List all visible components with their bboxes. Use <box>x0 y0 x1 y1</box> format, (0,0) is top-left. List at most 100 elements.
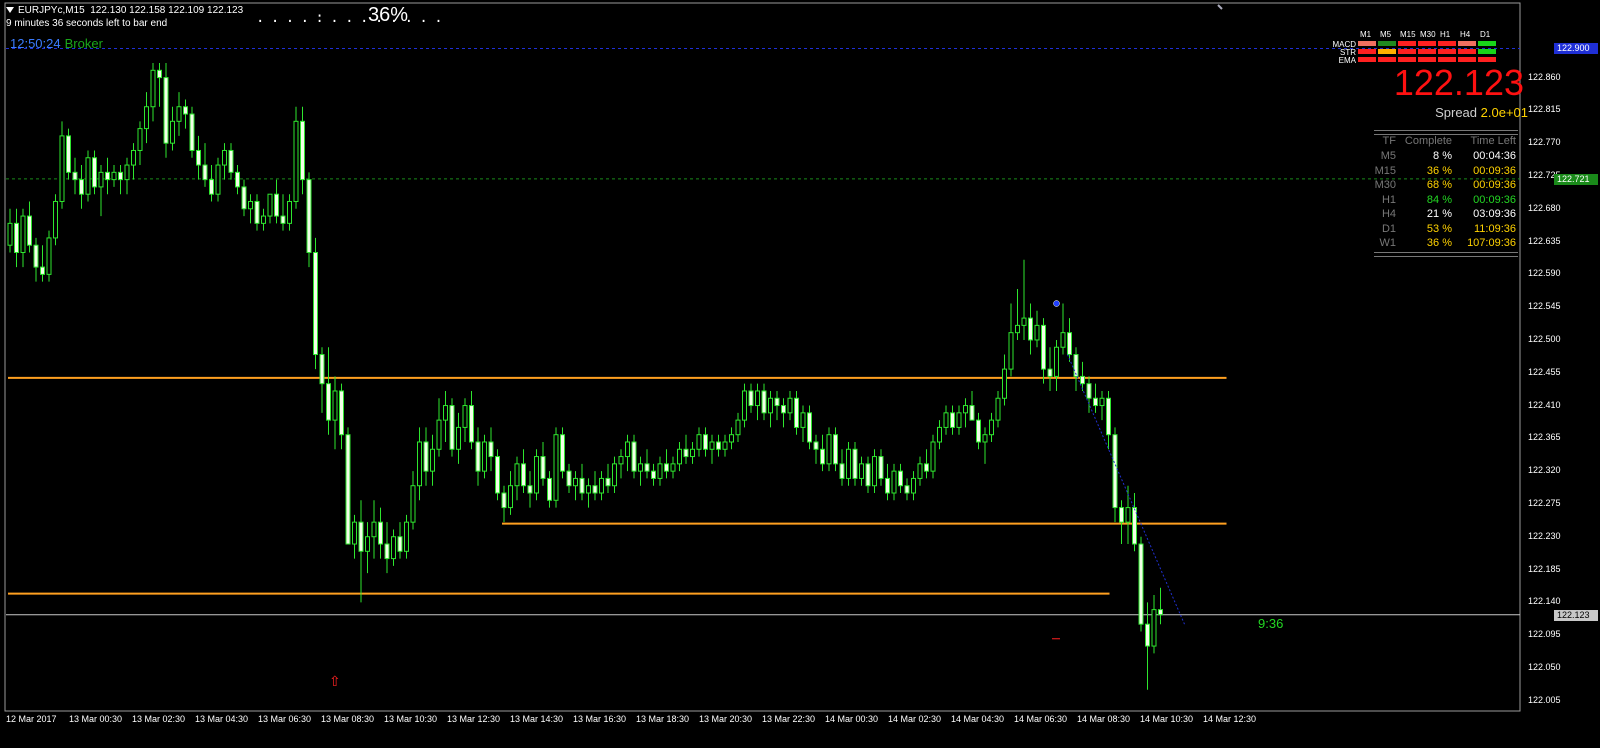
indicator-cell <box>1438 41 1456 46</box>
candle-body <box>248 200 253 210</box>
candle-body <box>891 470 897 494</box>
bar-end-text: 9 minutes 36 seconds left to bar end <box>6 18 168 29</box>
tf-time-left: 107:09:36 <box>1467 237 1516 249</box>
candle-body <box>27 215 32 246</box>
y-tick-label: 122.275 <box>1528 497 1561 508</box>
candle-body <box>326 383 331 421</box>
indicator-cell <box>1438 49 1456 54</box>
candle-body <box>202 164 208 181</box>
candle-body <box>1054 346 1059 377</box>
candle-body <box>976 419 981 443</box>
candle-body <box>1021 317 1027 326</box>
candle-body <box>664 463 669 472</box>
candle-body <box>534 456 539 494</box>
candle-body <box>118 171 123 181</box>
candle-body <box>105 171 110 181</box>
table-row: H4 21 % 03:09:36 <box>1374 208 1518 222</box>
indicator-tf-header: M30 <box>1420 30 1436 39</box>
candle-body <box>183 106 188 115</box>
candle-body <box>826 434 832 465</box>
candle-body <box>709 441 715 450</box>
candle-body <box>852 448 858 479</box>
candle-body <box>144 106 149 130</box>
candle-body <box>703 434 708 450</box>
price-tag: 122.123 <box>1554 609 1598 621</box>
candle-body <box>53 200 58 239</box>
candle-body <box>1002 368 1007 399</box>
x-tick-label: 13 Mar 16:30 <box>573 714 627 724</box>
tf-time-left: 00:09:36 <box>1473 164 1516 177</box>
candle-body <box>449 405 455 450</box>
tf-name: H1 <box>1381 193 1396 206</box>
candle-body <box>1093 397 1098 407</box>
candle-body <box>696 434 702 450</box>
spread-display: Spread 2.0e+01 <box>1435 105 1528 120</box>
candle-body <box>254 200 260 224</box>
tf-name: H4 <box>1381 208 1396 220</box>
candle-body <box>813 441 819 450</box>
spread-value: 2.0e+01 <box>1480 105 1528 120</box>
chart-header: EURJPYc,M15 122.130 122.158 122.109 122.… <box>6 4 243 30</box>
indicator-cell <box>1378 41 1396 46</box>
candle-body <box>98 171 104 188</box>
progress-dots: . . . . : . . . . . . . . <box>256 10 443 26</box>
candle-body <box>729 434 734 443</box>
candle-body <box>716 441 721 450</box>
tf-time-left: 00:09:36 <box>1473 179 1516 191</box>
indicator-cell <box>1458 49 1476 54</box>
candle-body <box>228 149 234 173</box>
tf-complete: 53 % <box>1426 222 1452 235</box>
indicator-tf-header: D1 <box>1480 30 1491 39</box>
candlestick-chart[interactable] <box>0 0 1600 748</box>
candle-body <box>540 456 546 479</box>
candle-body <box>761 390 767 414</box>
plot-frame <box>4 2 1521 712</box>
tf-name: M5 <box>1380 150 1396 162</box>
candle-body <box>241 186 247 210</box>
y-tick-label: 122.455 <box>1528 366 1561 377</box>
candle-body <box>846 448 851 479</box>
candle-body <box>612 463 617 487</box>
candle-body <box>332 390 338 421</box>
tf-name: W1 <box>1379 237 1397 249</box>
candle-body <box>352 521 357 545</box>
x-tick-label: 13 Mar 06:30 <box>258 714 312 724</box>
y-tick-label: 122.365 <box>1528 432 1561 443</box>
candle-body <box>794 397 799 428</box>
table-header-cell: Time Left <box>1470 135 1516 147</box>
indicator-cell <box>1398 41 1416 46</box>
x-tick-label: 13 Mar 12:30 <box>447 714 501 724</box>
candle-body <box>1028 317 1033 341</box>
candle-body <box>833 434 838 465</box>
candle-body <box>859 463 864 479</box>
candle-body <box>391 536 396 560</box>
candle-body <box>943 412 949 428</box>
candle-body <box>423 441 429 472</box>
candle-body <box>157 69 162 79</box>
x-tick-label: 14 Mar 02:30 <box>888 714 942 724</box>
y-tick-label: 122.230 <box>1528 530 1561 541</box>
collapse-triangle-icon[interactable] <box>6 7 14 14</box>
indicator-cell <box>1378 49 1396 54</box>
candle-body <box>781 405 786 414</box>
candle-body <box>963 405 968 414</box>
server-clock: 12:50:24 Broker <box>10 36 103 51</box>
candle-body <box>1047 368 1053 377</box>
x-tick-label: 14 Mar 08:30 <box>1077 714 1131 724</box>
indicator-tf-header: H1 <box>1440 30 1451 39</box>
tf-complete: 21 % <box>1426 208 1452 220</box>
candle-body <box>755 390 760 407</box>
up-arrow-icon: ⇧ <box>329 673 341 689</box>
candle-body <box>605 477 611 487</box>
x-tick-label: 13 Mar 18:30 <box>636 714 690 724</box>
candle-body <box>358 521 364 552</box>
candle-body <box>1145 623 1150 647</box>
x-tick-label: 13 Mar 14:30 <box>510 714 564 724</box>
y-tick-label: 122.500 <box>1528 333 1561 344</box>
candle-body <box>176 106 182 122</box>
tf-name: D1 <box>1381 222 1396 235</box>
candle-body <box>170 120 175 144</box>
indicator-tf-header: M1 <box>1360 30 1372 39</box>
y-tick-label: 122.860 <box>1528 71 1561 82</box>
candle-body <box>521 463 526 487</box>
